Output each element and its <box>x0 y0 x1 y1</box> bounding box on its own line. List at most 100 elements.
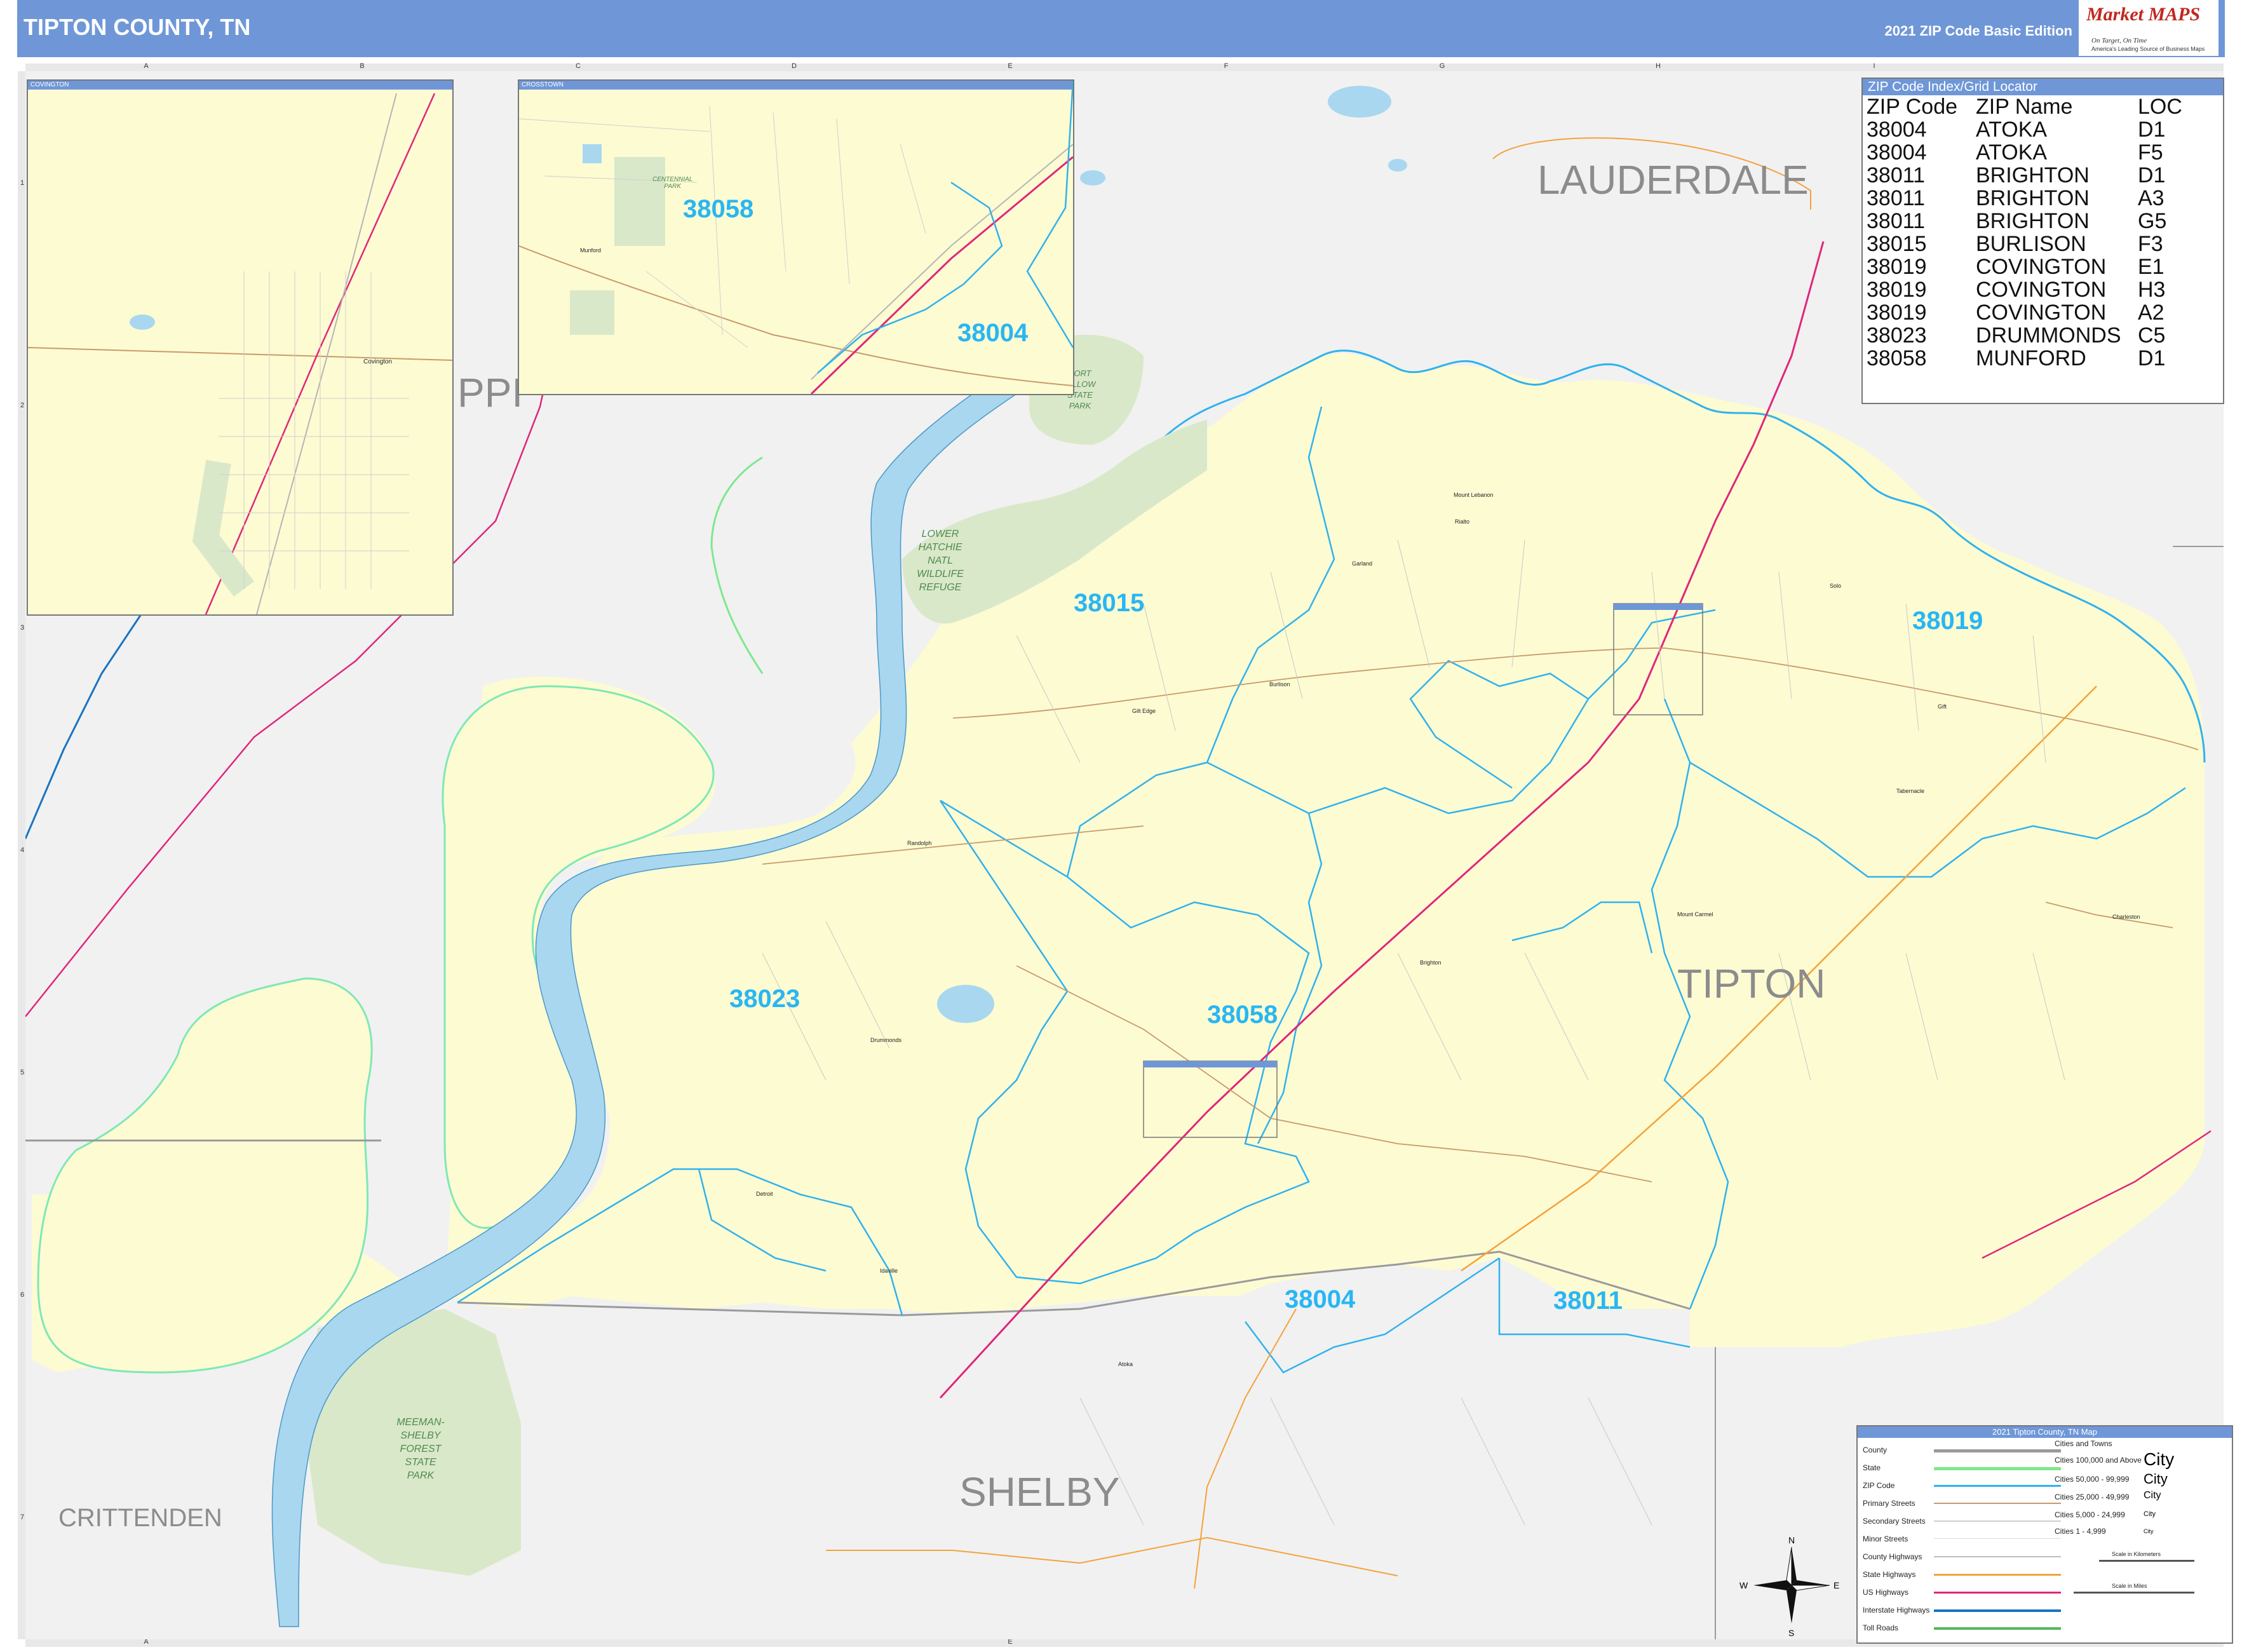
zip-index-row[interactable]: 38011 BRIGHTON A3 <box>1863 187 2223 210</box>
inset-zip-38004: 38004 <box>957 319 1029 347</box>
zip-label-38004: 38004 <box>1285 1285 1356 1313</box>
zip-index-row[interactable]: 38011 BRIGHTON D1 <box>1863 164 2223 187</box>
zip-index-row[interactable]: 38019 COVINGTON A2 <box>1863 301 2223 324</box>
grid-letter-f: F <box>1224 62 1229 70</box>
map-title: TIPTON COUNTY, TN <box>24 14 251 40</box>
grid-letter-g: G <box>1439 62 1445 70</box>
legend-city-range-1: Cities 100,000 and Above <box>2055 1456 2142 1465</box>
compass-n: N <box>1788 1535 1795 1545</box>
index-cell: H3 <box>2138 278 2166 302</box>
hatchie-line-1: LOWER <box>922 529 959 539</box>
index-cell: 38023 <box>1867 323 1927 348</box>
zip-label-38015: 38015 <box>1074 589 1144 617</box>
meeman-line-1: MEEMAN- <box>396 1417 445 1428</box>
index-cell: F3 <box>2138 232 2163 256</box>
compass-s: S <box>1788 1628 1794 1638</box>
town-garland: Garland <box>1352 560 1372 567</box>
legend-primary-label: Primary Streets <box>1863 1499 1915 1508</box>
legend-interstate-line <box>1934 1609 2061 1612</box>
zip-index-row[interactable]: 38004 ATOKA F5 <box>1863 141 2223 164</box>
meeman-line-2: SHELBY <box>400 1430 441 1441</box>
edition-label: 2021 ZIP Code Basic Edition <box>1884 23 2072 39</box>
meeman-line-4: STATE <box>405 1457 436 1468</box>
zip-index-row[interactable]: 38019 COVINGTON H3 <box>1863 278 2223 301</box>
town-brighton: Brighton <box>1420 959 1442 966</box>
town-gilt-edge: Gilt Edge <box>1132 708 1156 714</box>
legend-cities-header: Cities and Towns <box>2055 1439 2112 1448</box>
legend-city-sample-3: City <box>2144 1490 2161 1501</box>
town-mount-carmel: Mount Carmel <box>1677 911 1713 917</box>
legend-primary-line <box>1934 1503 2061 1504</box>
zip-index-row[interactable]: 38023 DRUMMONDS C5 <box>1863 324 2223 347</box>
zip-index-row[interactable]: 38015 BURLISON F3 <box>1863 233 2223 255</box>
index-cell: D1 <box>2138 163 2166 187</box>
legend-interstate-label: Interstate Highways <box>1863 1606 1930 1615</box>
index-cell: 38019 <box>1867 255 1927 279</box>
town-rialto: Rialto <box>1455 518 1469 525</box>
inset-zip-38058: 38058 <box>683 195 754 223</box>
town-detroit: Detroit <box>756 1191 773 1197</box>
crosstown-inset[interactable]: CROSSTOWN 38058 38004 CENTENNIAL PARK Mu… <box>518 79 1074 395</box>
fortpillow-line-4: PARK <box>1069 401 1092 410</box>
legend-scale-km: Scale in Kilometers <box>2112 1551 2161 1557</box>
lake-small-2 <box>1080 170 1105 186</box>
legend-title: 2021 Tipton County, TN Map <box>1858 1426 2232 1438</box>
legend-secondary-line <box>1934 1520 2061 1522</box>
town-burlison: Burlison <box>1269 681 1290 687</box>
inset-town-munford: Munford <box>580 247 602 254</box>
map-legend: 2021 Tipton County, TN Map County State … <box>1856 1425 2233 1644</box>
zip-index-row[interactable]: 38058 MUNFORD D1 <box>1863 347 2223 370</box>
compass-e: E <box>1833 1580 1839 1590</box>
zip-label-38023: 38023 <box>729 985 800 1013</box>
index-header-zip: ZIP Code <box>1867 95 1958 119</box>
legend-city-sample-2: City <box>2144 1471 2168 1487</box>
index-cell: A3 <box>2138 186 2164 210</box>
legend-scale-mi: Scale in Miles <box>2112 1583 2147 1589</box>
covington-inset[interactable]: COVINGTON Covington <box>27 79 454 616</box>
lake-north <box>1328 86 1391 118</box>
index-cell: BRIGHTON <box>1976 186 2090 210</box>
index-cell: ATOKA <box>1976 118 2048 142</box>
index-cell: D1 <box>2138 346 2166 370</box>
town-atoka: Atoka <box>1118 1361 1133 1367</box>
covington-marker-title <box>1614 604 1703 610</box>
centennial-line-1: CENTENNIAL <box>652 176 693 183</box>
legend-state-hwy-line <box>1934 1574 2061 1576</box>
town-idaville: Idaville <box>880 1268 898 1274</box>
legend-city-range-3: Cities 25,000 - 49,999 <box>2055 1493 2130 1501</box>
zip-index-row[interactable]: 38011 BRIGHTON G5 <box>1863 210 2223 233</box>
town-randolph: Randolph <box>907 840 932 846</box>
zip-label-38011: 38011 <box>1553 1287 1623 1315</box>
index-cell: 38011 <box>1867 209 1926 233</box>
legend-city-range-5: Cities 1 - 4,999 <box>2055 1527 2106 1536</box>
zip-index-row[interactable]: 38019 COVINGTON E1 <box>1863 255 2223 278</box>
index-cell: F5 <box>2138 140 2163 165</box>
legend-county-label: County <box>1863 1446 1887 1454</box>
crosstown-marker-title <box>1144 1061 1277 1067</box>
inset-town-covington: Covington <box>363 358 393 365</box>
legend-toll-label: Toll Roads <box>1863 1623 1899 1632</box>
title-bar: TIPTON COUNTY, TN 2021 ZIP Code Basic Ed… <box>17 0 2225 57</box>
legend-state-label: State <box>1863 1463 1881 1472</box>
legend-secondary-label: Secondary Streets <box>1863 1517 1926 1526</box>
index-cell: C5 <box>2138 323 2166 348</box>
grid-letter-c: C <box>576 62 581 70</box>
legend-city-range-2: Cities 50,000 - 99,999 <box>2055 1475 2130 1484</box>
zip-index-title: ZIP Code Index/Grid Locator <box>1863 79 2223 95</box>
index-cell: 38058 <box>1867 346 1927 370</box>
grid-letter-h: H <box>1656 62 1661 70</box>
legend-scale-mi-bar <box>2074 1592 2194 1594</box>
county-label-crittenden: CRITTENDEN <box>58 1504 222 1532</box>
index-cell: MUNFORD <box>1976 346 2086 370</box>
town-tabernacle: Tabernacle <box>1896 788 1924 794</box>
logo-tagline: On Target, On Time <box>2091 37 2147 44</box>
index-cell: COVINGTON <box>1976 301 2107 325</box>
legend-us-hwy-label: US Highways <box>1863 1588 1909 1597</box>
grid-letter-b: B <box>360 62 365 70</box>
index-cell: 38004 <box>1867 140 1927 165</box>
town-drummonds: Drummonds <box>870 1037 902 1043</box>
logo-subtitle: America's Leading Source of Business Map… <box>2091 46 2205 52</box>
legend-minor-label: Minor Streets <box>1863 1534 1908 1543</box>
grid-letter-d: D <box>792 62 797 70</box>
zip-index-row[interactable]: 38004 ATOKA D1 <box>1863 118 2223 141</box>
